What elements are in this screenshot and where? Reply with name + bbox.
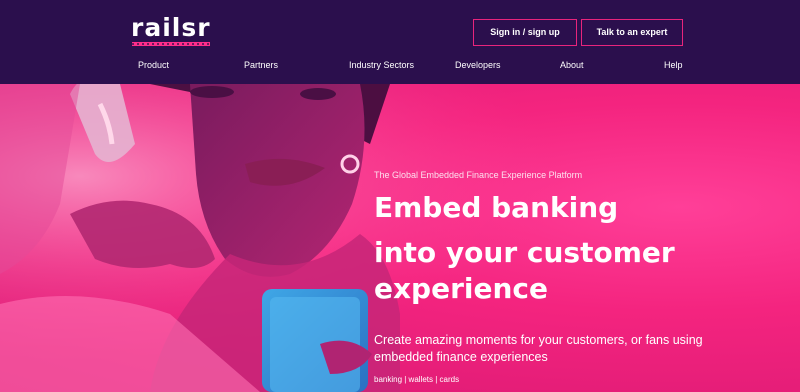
- hero-headline-line-2: into your customer: [374, 236, 675, 269]
- nav-item-developers[interactable]: Developers: [455, 60, 501, 70]
- nav-item-help[interactable]: Help: [664, 60, 683, 70]
- hero-section: The Global Embedded Finance Experience P…: [0, 84, 800, 392]
- hero-eyebrow: The Global Embedded Finance Experience P…: [374, 170, 583, 180]
- hero-headline-line-1: Embed banking: [374, 191, 619, 224]
- nav-item-industry-sectors[interactable]: Industry Sectors: [349, 60, 414, 70]
- hero-tags: banking | wallets | cards: [374, 375, 460, 384]
- talk-to-expert-button[interactable]: Talk to an expert: [581, 19, 683, 46]
- main-nav: Product Partners Industry Sectors Develo…: [0, 60, 800, 74]
- signin-button[interactable]: Sign in / sign up: [473, 19, 577, 46]
- logo-underline: [132, 42, 210, 46]
- nav-item-partners[interactable]: Partners: [244, 60, 278, 70]
- hero-subheading: Create amazing moments for your customer…: [374, 333, 703, 364]
- nav-item-about[interactable]: About: [560, 60, 584, 70]
- site-header: railsr Sign in / sign up Talk to an expe…: [0, 0, 800, 84]
- railsr-logo[interactable]: railsr: [131, 14, 211, 48]
- nav-item-product[interactable]: Product: [138, 60, 169, 70]
- hero-headline-line-3: experience: [374, 272, 549, 305]
- logo-wordmark: railsr: [131, 13, 211, 42]
